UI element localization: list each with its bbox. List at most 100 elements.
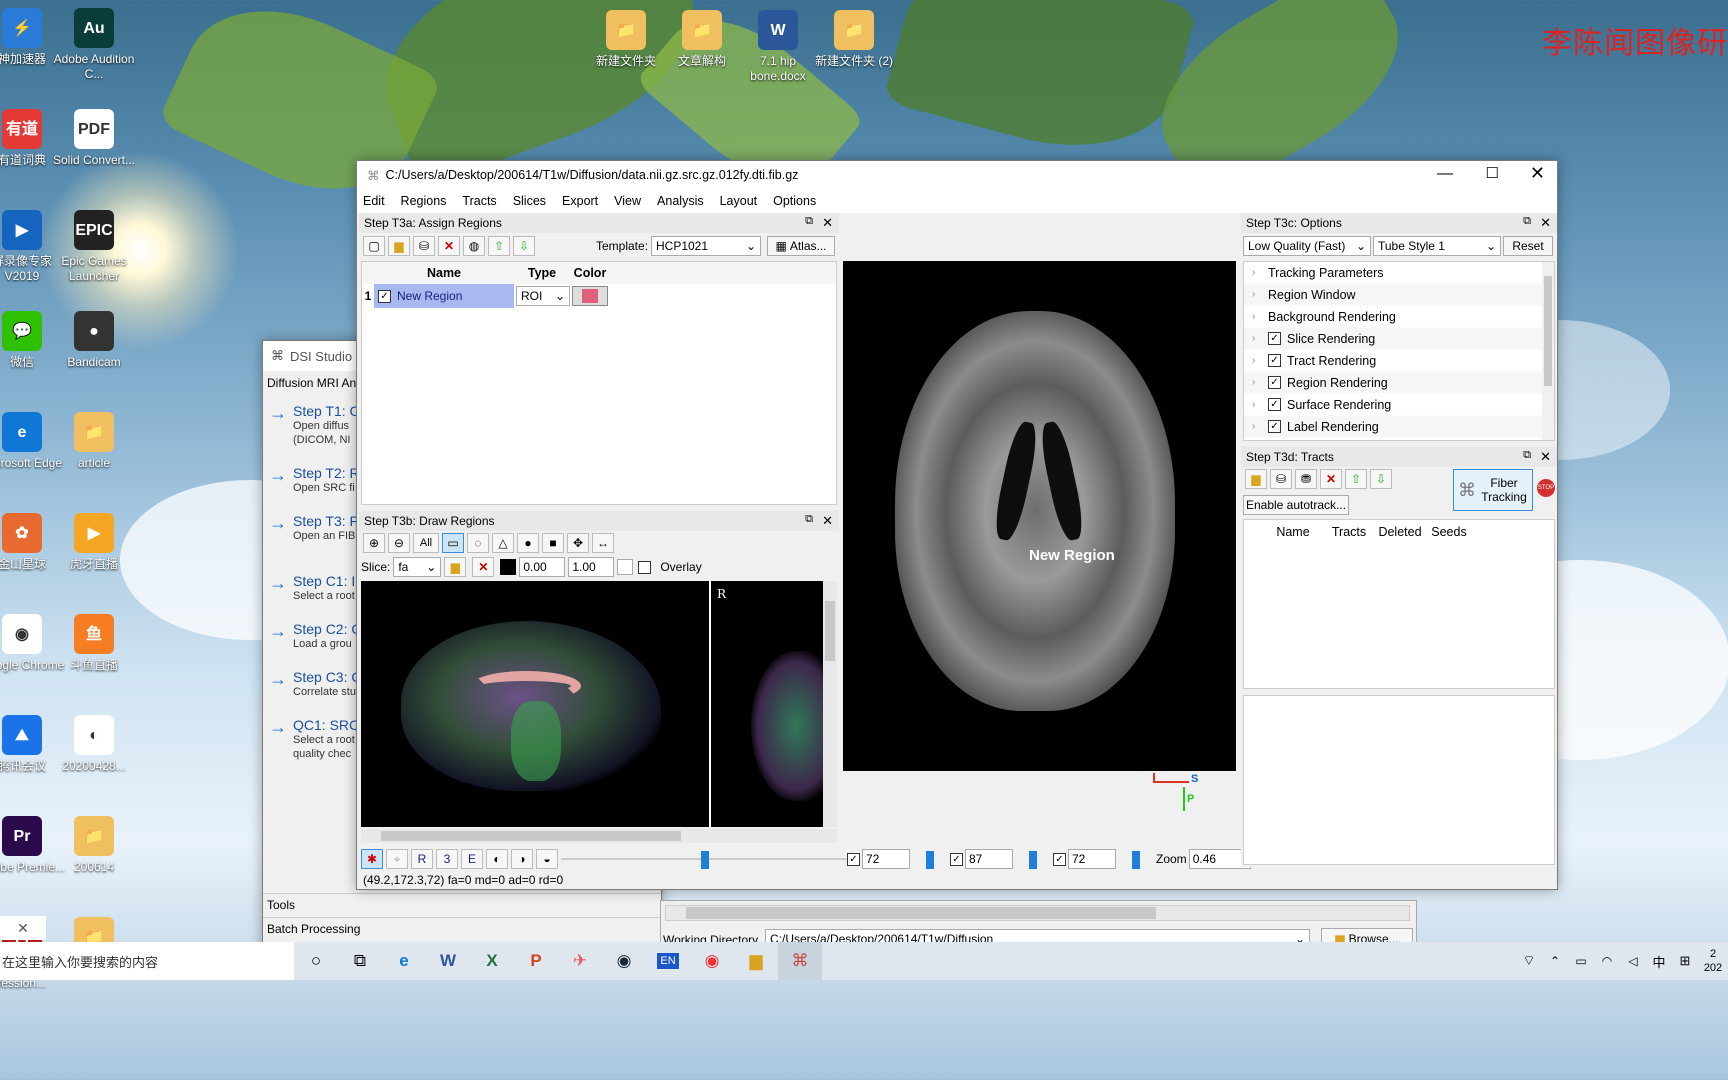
expand-arrow-icon[interactable]: › <box>1252 333 1268 344</box>
coronal-slice-checkbox[interactable]: ✓ <box>950 852 963 866</box>
options-tree-item[interactable]: › ✓ Label Rendering <box>1244 416 1554 438</box>
min-color-swatch[interactable] <box>500 559 517 575</box>
vertical-scrollbar[interactable] <box>823 581 837 827</box>
view-3-button[interactable]: 3 <box>436 849 458 869</box>
max-color-swatch[interactable] <box>617 559 634 575</box>
close-icon[interactable]: ✕ <box>1540 215 1551 231</box>
coronal-slider[interactable] <box>1013 849 1053 869</box>
desktop-icon[interactable]: 📁 新建文件夹 (2) <box>814 10 894 69</box>
open-folder-icon[interactable]: ▆ <box>444 557 467 577</box>
options-tree-item[interactable]: › Tracking Parameters <box>1244 262 1554 284</box>
close-icon[interactable]: ✕ <box>0 916 46 940</box>
desktop-icon[interactable]: 📁 新建文件夹 <box>586 10 666 69</box>
sagittal-slice-checkbox[interactable]: ✓ <box>847 852 860 866</box>
tools-tab[interactable]: Tools <box>263 893 661 915</box>
desktop-icon[interactable]: EPIC Epic Games Launcher <box>50 210 138 284</box>
axial-slider[interactable] <box>1116 849 1156 869</box>
region-type-cell[interactable]: ROI ⌄ <box>514 286 570 306</box>
fiber-tracking-button[interactable]: ⌘ Fiber Tracking <box>1453 469 1533 511</box>
move-down-icon[interactable]: ⇩ <box>513 236 535 256</box>
expand-arrow-icon[interactable]: › <box>1252 311 1268 322</box>
close-button[interactable]: ✕ <box>1530 163 1545 184</box>
desktop-icon[interactable]: ▶ 虎牙直播 <box>50 513 138 572</box>
desktop-icon[interactable]: Au Adobe Audition C... <box>50 8 138 82</box>
option-checkbox[interactable]: ✓ <box>1268 398 1281 411</box>
atlas-button[interactable]: ▦ Atlas... <box>767 236 835 256</box>
option-checkbox[interactable]: ✓ <box>1268 376 1281 389</box>
crosshair-icon[interactable]: ⌖ <box>386 849 408 869</box>
column-header[interactable]: Type <box>514 262 570 284</box>
view-e-button[interactable]: E <box>461 849 483 869</box>
float-icon[interactable]: ⧉ <box>805 513 813 526</box>
coronal-view-icon[interactable]: ◑ <box>511 849 533 869</box>
ruler-tool-icon[interactable]: ↔ <box>592 533 614 553</box>
max-value-spinbox[interactable]: 1.00 <box>568 557 615 577</box>
polygon-tool-icon[interactable]: △ <box>492 533 514 553</box>
stop-icon[interactable]: STOP <box>1537 479 1555 497</box>
reset-button[interactable]: Reset <box>1503 236 1553 256</box>
slice-view-canvas[interactable]: R <box>361 581 837 827</box>
desktop-icon[interactable]: ◐ 20200428... <box>50 715 138 774</box>
column-header[interactable]: Name <box>1262 525 1324 539</box>
column-header[interactable]: Deleted <box>1374 525 1426 539</box>
file-explorer-icon[interactable]: ▆ <box>734 942 778 980</box>
network-icon[interactable]: ◠ <box>1594 942 1620 980</box>
zoom-out-icon[interactable]: ⊖ <box>388 533 410 553</box>
save-icon[interactable]: ⛁ <box>1270 469 1292 489</box>
expand-arrow-icon[interactable]: › <box>1252 421 1268 432</box>
sagittal-slider[interactable] <box>910 849 950 869</box>
quality-combo[interactable]: Low Quality (Fast) ⌄ <box>1243 236 1371 256</box>
ime-indicator[interactable]: 中 <box>1646 942 1672 980</box>
region-color-cell[interactable] <box>570 284 610 308</box>
maximize-button[interactable]: ☐ <box>1486 164 1499 182</box>
delete-icon[interactable]: ✕ <box>1320 469 1342 489</box>
region-name-cell[interactable]: ✓ New Region <box>374 284 514 308</box>
powerpoint-icon[interactable]: P <box>514 942 558 980</box>
language-app-icon[interactable]: EN <box>646 942 690 980</box>
steam-icon[interactable]: ◉ <box>602 942 646 980</box>
sagittal-view-icon[interactable]: ◐ <box>486 849 508 869</box>
option-checkbox[interactable]: ✓ <box>1268 332 1281 345</box>
delete-icon[interactable]: ✕ <box>438 236 460 256</box>
options-tree-item[interactable]: › Background Rendering <box>1244 306 1554 328</box>
task-view-icon[interactable]: ⧉ <box>338 942 382 980</box>
float-icon[interactable]: ⧉ <box>805 215 813 228</box>
cortana-icon[interactable]: ○ <box>294 942 338 980</box>
taskbar-search[interactable]: 在这里输入你要搜索的内容 <box>0 942 294 980</box>
dsi-studio-taskbar-icon[interactable]: ⌘ <box>778 942 822 980</box>
desktop-icon[interactable]: PDF Solid Convert... <box>50 109 138 168</box>
slice-slider[interactable] <box>561 849 847 869</box>
save-icon[interactable]: ⛁ <box>413 236 435 256</box>
move-down-icon[interactable]: ⇩ <box>1370 469 1392 489</box>
menu-item[interactable]: Edit <box>363 194 385 208</box>
slice-combo[interactable]: fa ⌄ <box>393 557 442 577</box>
sagittal-slice-spinbox[interactable]: 72 <box>862 849 910 869</box>
axial-slice-spinbox[interactable]: 72 <box>1068 849 1116 869</box>
horizontal-scrollbar[interactable] <box>361 829 837 843</box>
desktop-icon[interactable]: ● Bandicam <box>50 311 138 370</box>
float-icon[interactable]: ⧉ <box>1523 215 1531 228</box>
menu-item[interactable]: View <box>614 194 641 208</box>
keyboard-icon[interactable]: ⊞ <box>1672 942 1698 980</box>
menu-item[interactable]: Regions <box>401 194 447 208</box>
chrome-icon[interactable]: ◉ <box>690 942 734 980</box>
delete-icon[interactable]: ✕ <box>472 557 495 577</box>
battery-icon[interactable]: ▭ <box>1568 942 1594 980</box>
rectangle-tool-icon[interactable]: ▭ <box>442 533 464 553</box>
batch-processing-tab[interactable]: Batch Processing <box>263 917 661 939</box>
view-r-button[interactable]: R <box>411 849 433 869</box>
move-up-icon[interactable]: ⇧ <box>1345 469 1367 489</box>
column-header[interactable]: Name <box>374 262 514 284</box>
menu-item[interactable]: Layout <box>720 194 758 208</box>
minimize-button[interactable]: — <box>1437 165 1453 183</box>
option-checkbox[interactable]: ✓ <box>1268 420 1281 433</box>
move-tool-icon[interactable]: ✥ <box>567 533 589 553</box>
column-header[interactable]: Tracts <box>1324 525 1374 539</box>
template-combo[interactable]: HCP1021 ⌄ <box>651 236 761 256</box>
save-all-icon[interactable]: ⛃ <box>1295 469 1317 489</box>
axial-slice-checkbox[interactable]: ✓ <box>1053 852 1066 866</box>
close-icon[interactable]: ✕ <box>822 513 833 529</box>
coronal-slice-spinbox[interactable]: 87 <box>965 849 1013 869</box>
vertical-scrollbar[interactable] <box>1542 262 1554 440</box>
new-region-icon[interactable]: ▢ <box>363 236 385 256</box>
